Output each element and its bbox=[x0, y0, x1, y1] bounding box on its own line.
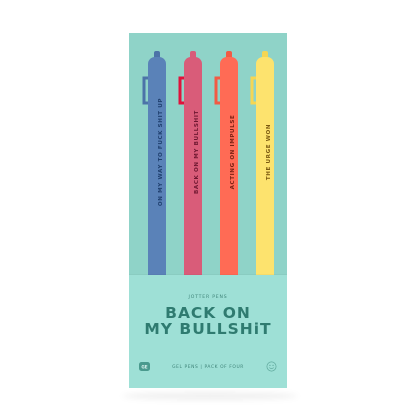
sleeve-title: BACK ON MY BULLSHiT bbox=[129, 305, 287, 337]
pen-1 bbox=[142, 51, 170, 291]
drop-shadow bbox=[122, 392, 298, 400]
sleeve-title-line-2: MY BULLSHiT bbox=[144, 320, 272, 338]
pen-4-barrel bbox=[256, 57, 274, 291]
smiley-icon bbox=[266, 361, 277, 372]
pen-2-barrel bbox=[184, 57, 202, 291]
sleeve-subtitle: JOTTER PENS bbox=[188, 295, 228, 300]
pen-3-barrel bbox=[220, 57, 238, 291]
pen-2-clip bbox=[178, 76, 184, 105]
pen-4-clip bbox=[250, 76, 256, 105]
sleeve-title-line-1: BACK ON bbox=[165, 304, 251, 322]
pen-3-clip bbox=[214, 76, 220, 105]
package-sleeve: JOTTER PENS BACK ON MY BULLSHiT GE GEL P… bbox=[129, 275, 287, 388]
pen-2 bbox=[178, 51, 206, 291]
pen-1-clip bbox=[142, 76, 148, 105]
product-photo: ON MY WAY TO FUCK SHIT UP BACK ON MY BUL… bbox=[0, 0, 416, 416]
pen-4 bbox=[250, 51, 278, 291]
pen-3 bbox=[214, 51, 242, 291]
sleeve-footer: GEL PENS | PACK OF FOUR bbox=[172, 365, 244, 370]
pen-1-barrel bbox=[148, 57, 166, 291]
